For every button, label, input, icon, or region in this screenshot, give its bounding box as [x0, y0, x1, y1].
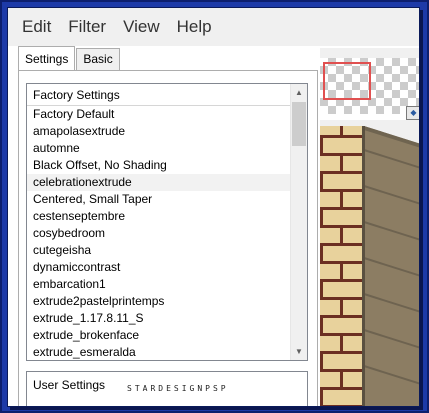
settings-list-item[interactable]: automne: [27, 140, 292, 157]
list-scrollbar[interactable]: ▲ ▼: [290, 84, 307, 360]
menu-filter[interactable]: Filter: [68, 17, 106, 37]
settings-panel: Factory Settings Factory Default amapolas…: [18, 70, 318, 406]
settings-list-item[interactable]: dynamiccontrast: [27, 259, 292, 276]
tab-settings[interactable]: Settings: [18, 46, 76, 70]
settings-list-item[interactable]: extrude_brokenface: [27, 327, 292, 344]
menu-view[interactable]: View: [123, 17, 160, 37]
scroll-down-icon[interactable]: ▼: [291, 343, 307, 360]
user-settings-header: User Settings: [33, 378, 106, 392]
scroll-up-icon[interactable]: ▲: [291, 84, 307, 101]
settings-items: Factory Default amapolasextrude automne Bla…: [27, 106, 292, 360]
scroll-thumb[interactable]: [292, 102, 306, 146]
settings-list-item[interactable]: cutegeisha: [27, 242, 292, 259]
factory-settings-header: Factory Settings: [27, 84, 307, 106]
tab-basic[interactable]: Basic: [76, 48, 120, 70]
decorative-frame: Edit Filter View Help Settings Basic Fac…: [0, 0, 429, 413]
settings-list-item[interactable]: Factory Default: [27, 106, 292, 123]
plugin-window: Edit Filter View Help Settings Basic Fac…: [7, 7, 420, 407]
settings-list-item[interactable]: cestenseptembre: [27, 208, 292, 225]
user-settings-list[interactable]: User Settings STARDESIGNPSP: [26, 371, 308, 406]
preview-toolbar: [320, 48, 419, 58]
zoom-icon[interactable]: ◆: [406, 106, 419, 120]
menu-help[interactable]: Help: [177, 17, 212, 37]
settings-list-item[interactable]: extrude_esmeralda: [27, 344, 292, 360]
navigator-viewport-rect[interactable]: [323, 62, 371, 100]
watermark: STARDESIGNPSP: [127, 384, 229, 393]
settings-list-item[interactable]: celebrationextrude: [27, 174, 292, 191]
menu-bar: Edit Filter View Help: [8, 8, 419, 46]
brick-wall-preview: [320, 126, 419, 406]
settings-list-item[interactable]: Centered, Small Taper: [27, 191, 292, 208]
navigator-thumbnail[interactable]: [320, 58, 419, 114]
settings-list-item[interactable]: amapolasextrude: [27, 123, 292, 140]
settings-list-item[interactable]: Black Offset, No Shading: [27, 157, 292, 174]
settings-list-item[interactable]: extrude_1.17.8.11_S: [27, 310, 292, 327]
menu-edit[interactable]: Edit: [22, 17, 51, 37]
settings-list-item[interactable]: extrude2pastelprintemps: [27, 293, 292, 310]
settings-list-item[interactable]: cosybedroom: [27, 225, 292, 242]
settings-list-item[interactable]: embarcation1: [27, 276, 292, 293]
tab-strip: Settings Basic: [18, 46, 121, 70]
factory-settings-list[interactable]: Factory Settings Factory Default amapolas…: [26, 83, 308, 361]
preview-canvas: [320, 120, 419, 406]
